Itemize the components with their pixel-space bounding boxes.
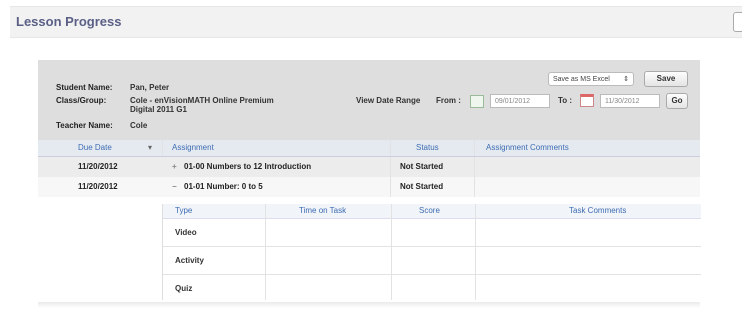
to-date-input[interactable]: 11/30/2012 <box>600 94 660 108</box>
status-cell: Not Started <box>400 162 444 171</box>
header-divider <box>390 140 391 156</box>
collapse-toggle-icon[interactable]: − <box>172 182 177 191</box>
class-group-row: Class/Group: Cole - enVisionMATH Online P… <box>56 96 274 105</box>
to-label: To : <box>558 96 573 105</box>
status-header[interactable]: Status <box>416 143 439 152</box>
go-button[interactable]: Go <box>666 93 688 109</box>
class-group-value-line2: Digital 2011 G1 <box>130 105 187 114</box>
assignment-cell: 01-00 Numbers to 12 Introduction <box>184 162 312 171</box>
task-type-cell: Video <box>175 228 197 237</box>
lesson-progress-panel: Student Name: Pan, Peter Class/Group: Cole… <box>38 60 701 300</box>
edge-button[interactable] <box>733 12 742 32</box>
assignments-table-header: Due Date ▾ Assignment Status Assignment … <box>38 140 700 157</box>
column-divider <box>475 204 476 300</box>
class-group-value: Cole - enVisionMATH Online Premium <box>130 96 274 105</box>
task-comments-header: Task Comments <box>569 206 627 215</box>
page-title: Lesson Progress <box>16 14 122 29</box>
sort-arrow-icon[interactable]: ▾ <box>148 143 152 152</box>
panel-bottom-shadow <box>38 302 700 308</box>
header-divider <box>162 140 163 156</box>
teacher-name-row: Teacher Name: Cole <box>56 121 147 130</box>
teacher-name-value: Cole <box>130 121 148 130</box>
assignment-header[interactable]: Assignment <box>172 143 214 152</box>
cell-divider <box>474 157 475 177</box>
to-calendar-icon[interactable] <box>580 94 594 107</box>
cell-divider <box>390 177 391 197</box>
status-cell: Not Started <box>400 182 444 191</box>
cell-divider <box>474 177 475 197</box>
from-label: From : <box>436 96 461 105</box>
task-row[interactable]: Activity <box>163 247 701 275</box>
column-divider <box>391 204 392 300</box>
student-name-label: Student Name: <box>56 83 113 92</box>
time-on-task-header: Time on Task <box>299 206 347 215</box>
report-header: Student Name: Pan, Peter Class/Group: Cole… <box>38 60 700 141</box>
expand-toggle-icon[interactable]: + <box>172 162 177 171</box>
task-type-cell: Activity <box>175 256 204 265</box>
table-row[interactable]: 11/20/2012 − 01-01 Number: 0 to 5 Not St… <box>38 177 700 197</box>
student-name-value: Pan, Peter <box>130 83 170 92</box>
teacher-name-label: Teacher Name: <box>56 121 113 130</box>
class-group-label: Class/Group: <box>56 96 107 105</box>
due-date-cell: 11/20/2012 <box>78 182 118 191</box>
due-date-header[interactable]: Due Date <box>78 143 112 152</box>
task-subtable-header: Type Time on Task Score Task Comments <box>163 204 701 219</box>
task-type-cell: Quiz <box>175 284 193 293</box>
student-name-row: Student Name: Pan, Peter <box>56 83 169 92</box>
type-header: Type <box>175 206 193 215</box>
export-format-value: Save as MS Excel <box>553 76 610 83</box>
assignment-cell: 01-01 Number: 0 to 5 <box>184 182 263 191</box>
task-row[interactable]: Quiz <box>163 275 701 302</box>
column-divider <box>265 204 266 300</box>
table-row[interactable]: 11/20/2012 + 01-00 Numbers to 12 Introdu… <box>38 157 700 177</box>
score-header: Score <box>419 206 440 215</box>
from-date-input[interactable]: 09/01/2012 <box>490 94 550 108</box>
cell-divider <box>390 157 391 177</box>
assignment-comments-header[interactable]: Assignment Comments <box>486 143 569 152</box>
header-divider <box>474 140 475 156</box>
save-button[interactable]: Save <box>644 71 688 87</box>
from-calendar-icon[interactable] <box>470 95 484 108</box>
title-bar: Lesson Progress <box>10 6 742 38</box>
class-group-row-2: Digital 2011 G1 <box>130 105 187 114</box>
export-format-select[interactable]: Save as MS Excel ⇕ <box>548 72 634 86</box>
task-subtable: Type Time on Task Score Task Comments Vi… <box>162 204 701 300</box>
dropdown-arrow-icon: ⇕ <box>623 76 629 83</box>
due-date-cell: 11/20/2012 <box>78 162 118 171</box>
view-date-range-label: View Date Range <box>356 96 421 105</box>
task-row[interactable]: Video <box>163 219 701 247</box>
